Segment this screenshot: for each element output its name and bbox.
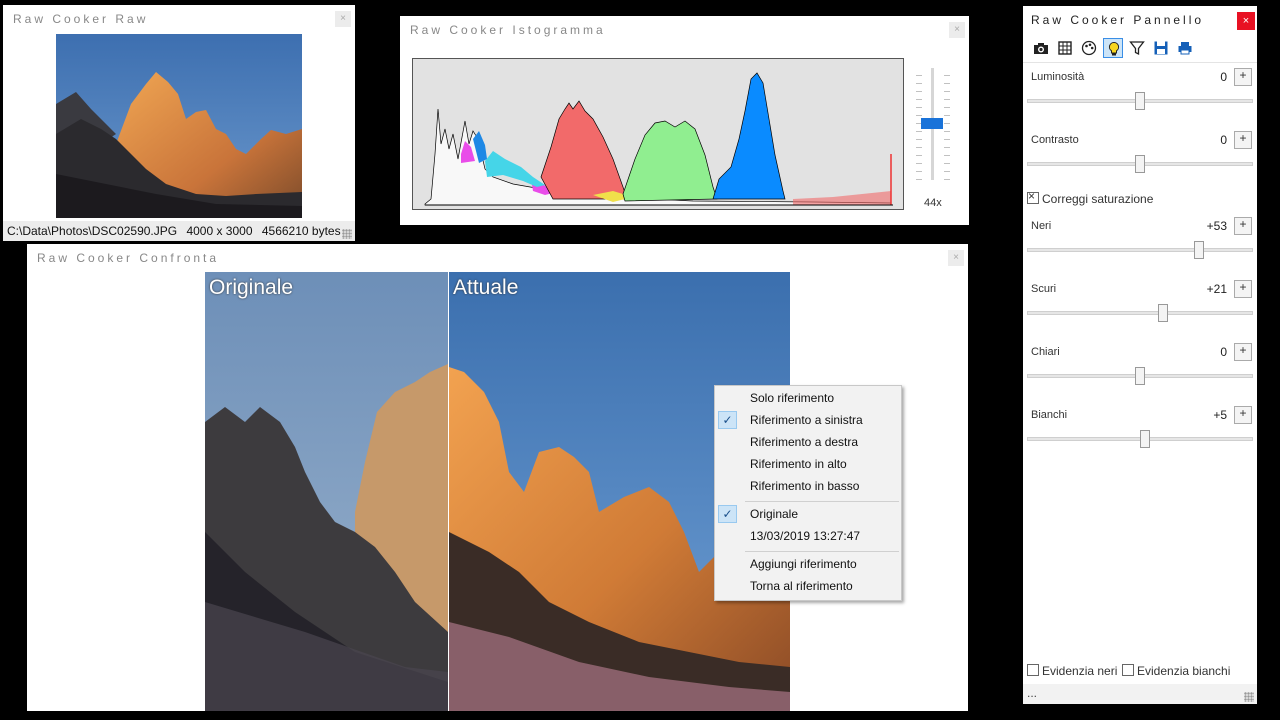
neri-reset-button[interactable] <box>1234 217 1252 235</box>
save-icon[interactable] <box>1151 38 1171 58</box>
neri-label: Neri <box>1031 220 1052 232</box>
histogram-close-button[interactable]: × <box>949 22 965 38</box>
raw-photo-preview[interactable] <box>56 34 302 218</box>
compare-context-menu: Solo riferimento ✓ Riferimento a sinistr… <box>714 385 902 601</box>
panel-status-bar: ... <box>1023 684 1257 704</box>
resize-grip-icon[interactable] <box>342 229 352 239</box>
lightbulb-icon[interactable] <box>1103 38 1123 58</box>
resize-grip-icon[interactable] <box>1244 692 1254 702</box>
compare-window-title: Raw Cooker Confronta <box>37 251 220 265</box>
neri-value: +53 <box>1206 219 1227 233</box>
neri-slider-track[interactable] <box>1027 248 1253 252</box>
chiari-slider-thumb[interactable] <box>1135 367 1145 385</box>
histogram-blue <box>712 72 786 200</box>
menu-separator <box>745 551 899 552</box>
checkbox-box <box>1027 664 1039 676</box>
raw-close-button[interactable]: × <box>335 11 351 27</box>
zoom-label: 44x <box>924 197 942 209</box>
camera-icon[interactable] <box>1031 38 1051 58</box>
menu-item-riferimento-destra[interactable]: Riferimento a destra <box>715 431 901 453</box>
raw-window: Raw Cooker Raw × C:\Data\Photos\DSC02590… <box>3 5 355 241</box>
palette-icon[interactable] <box>1079 38 1099 58</box>
grid-icon[interactable] <box>1055 38 1075 58</box>
evidenzia-bianchi-checkbox[interactable]: Evidenzia bianchi <box>1122 664 1230 678</box>
chiari-reset-button[interactable] <box>1234 343 1252 361</box>
compare-original-image[interactable]: Originale <box>205 272 448 711</box>
checkbox-box <box>1122 664 1134 676</box>
histogram-red <box>540 100 628 200</box>
histogram-window-title: Raw Cooker Istogramma <box>410 23 606 37</box>
scuri-slider-thumb[interactable] <box>1157 304 1168 322</box>
compare-view[interactable]: Originale Attuale <box>205 272 790 711</box>
correggi-saturazione-checkbox[interactable]: Correggi saturazione <box>1027 189 1153 206</box>
panel-status-text: ... <box>1027 686 1038 700</box>
bianchi-value: +5 <box>1213 408 1227 422</box>
scuri-label: Scuri <box>1031 283 1057 295</box>
file-size: 4566210 bytes <box>261 224 341 238</box>
panel-title: Raw Cooker Pannello <box>1031 13 1205 27</box>
contrasto-reset-button[interactable] <box>1234 131 1252 149</box>
check-icon: ✓ <box>718 505 737 523</box>
panel-window: Raw Cooker Pannello × Luminosità 0 Contr… <box>1023 6 1257 704</box>
menu-item-riferimento-basso[interactable]: Riferimento in basso <box>715 475 901 497</box>
histogram-red-tail <box>793 191 891 205</box>
current-label: Attuale <box>453 276 519 299</box>
neri-slider-thumb[interactable] <box>1193 241 1204 259</box>
contrasto-slider-thumb[interactable] <box>1135 155 1145 173</box>
zoom-slider-thumb[interactable] <box>921 118 943 130</box>
scuri-slider-track[interactable] <box>1027 311 1253 315</box>
panel-close-button[interactable]: × <box>1237 12 1255 30</box>
luminosita-reset-button[interactable] <box>1234 68 1252 86</box>
compare-close-button[interactable]: × <box>948 250 964 266</box>
histogram-plot <box>412 58 904 210</box>
menu-item-aggiungi-riferimento[interactable]: Aggiungi riferimento <box>715 553 901 575</box>
raw-window-title: Raw Cooker Raw <box>13 12 149 26</box>
menu-item-snapshot[interactable]: 13/03/2019 13:27:47 <box>715 525 901 547</box>
original-label: Originale <box>209 276 294 299</box>
chiari-value: 0 <box>1220 345 1227 359</box>
luminosita-label: Luminosità <box>1031 71 1085 83</box>
contrasto-value: 0 <box>1220 133 1227 147</box>
chiari-label: Chiari <box>1031 346 1060 358</box>
menu-item-riferimento-sinistra[interactable]: ✓ Riferimento a sinistra <box>715 409 901 431</box>
menu-item-solo-riferimento[interactable]: Solo riferimento <box>715 387 901 409</box>
luminosita-slider-thumb[interactable] <box>1135 92 1145 110</box>
image-dimensions: 4000 x 3000 <box>186 224 253 238</box>
bianchi-label: Bianchi <box>1031 409 1068 421</box>
histogram-window: Raw Cooker Istogramma × 44x <box>400 16 969 225</box>
menu-item-riferimento-alto[interactable]: Riferimento in alto <box>715 453 901 475</box>
print-icon[interactable] <box>1175 38 1195 58</box>
checkbox-box <box>1027 189 1039 204</box>
toolbar-separator <box>1023 62 1257 63</box>
contrasto-label: Contrasto <box>1031 134 1079 146</box>
raw-status-bar: C:\Data\Photos\DSC02590.JPG 4000 x 3000 … <box>3 221 355 241</box>
bianchi-slider-thumb[interactable] <box>1139 430 1150 448</box>
file-path: C:\Data\Photos\DSC02590.JPG <box>7 224 178 238</box>
scuri-value: +21 <box>1206 282 1227 296</box>
evidenzia-neri-checkbox[interactable]: Evidenzia neri <box>1027 664 1117 678</box>
scuri-reset-button[interactable] <box>1234 280 1252 298</box>
luminosita-value: 0 <box>1220 70 1227 84</box>
filter-icon[interactable] <box>1127 38 1147 58</box>
menu-item-torna-riferimento[interactable]: Torna al riferimento <box>715 575 901 597</box>
bianchi-reset-button[interactable] <box>1234 406 1252 424</box>
check-icon: ✓ <box>718 411 737 429</box>
histogram-green <box>622 120 718 202</box>
menu-item-originale[interactable]: ✓ Originale <box>715 503 901 525</box>
menu-separator <box>745 501 899 502</box>
